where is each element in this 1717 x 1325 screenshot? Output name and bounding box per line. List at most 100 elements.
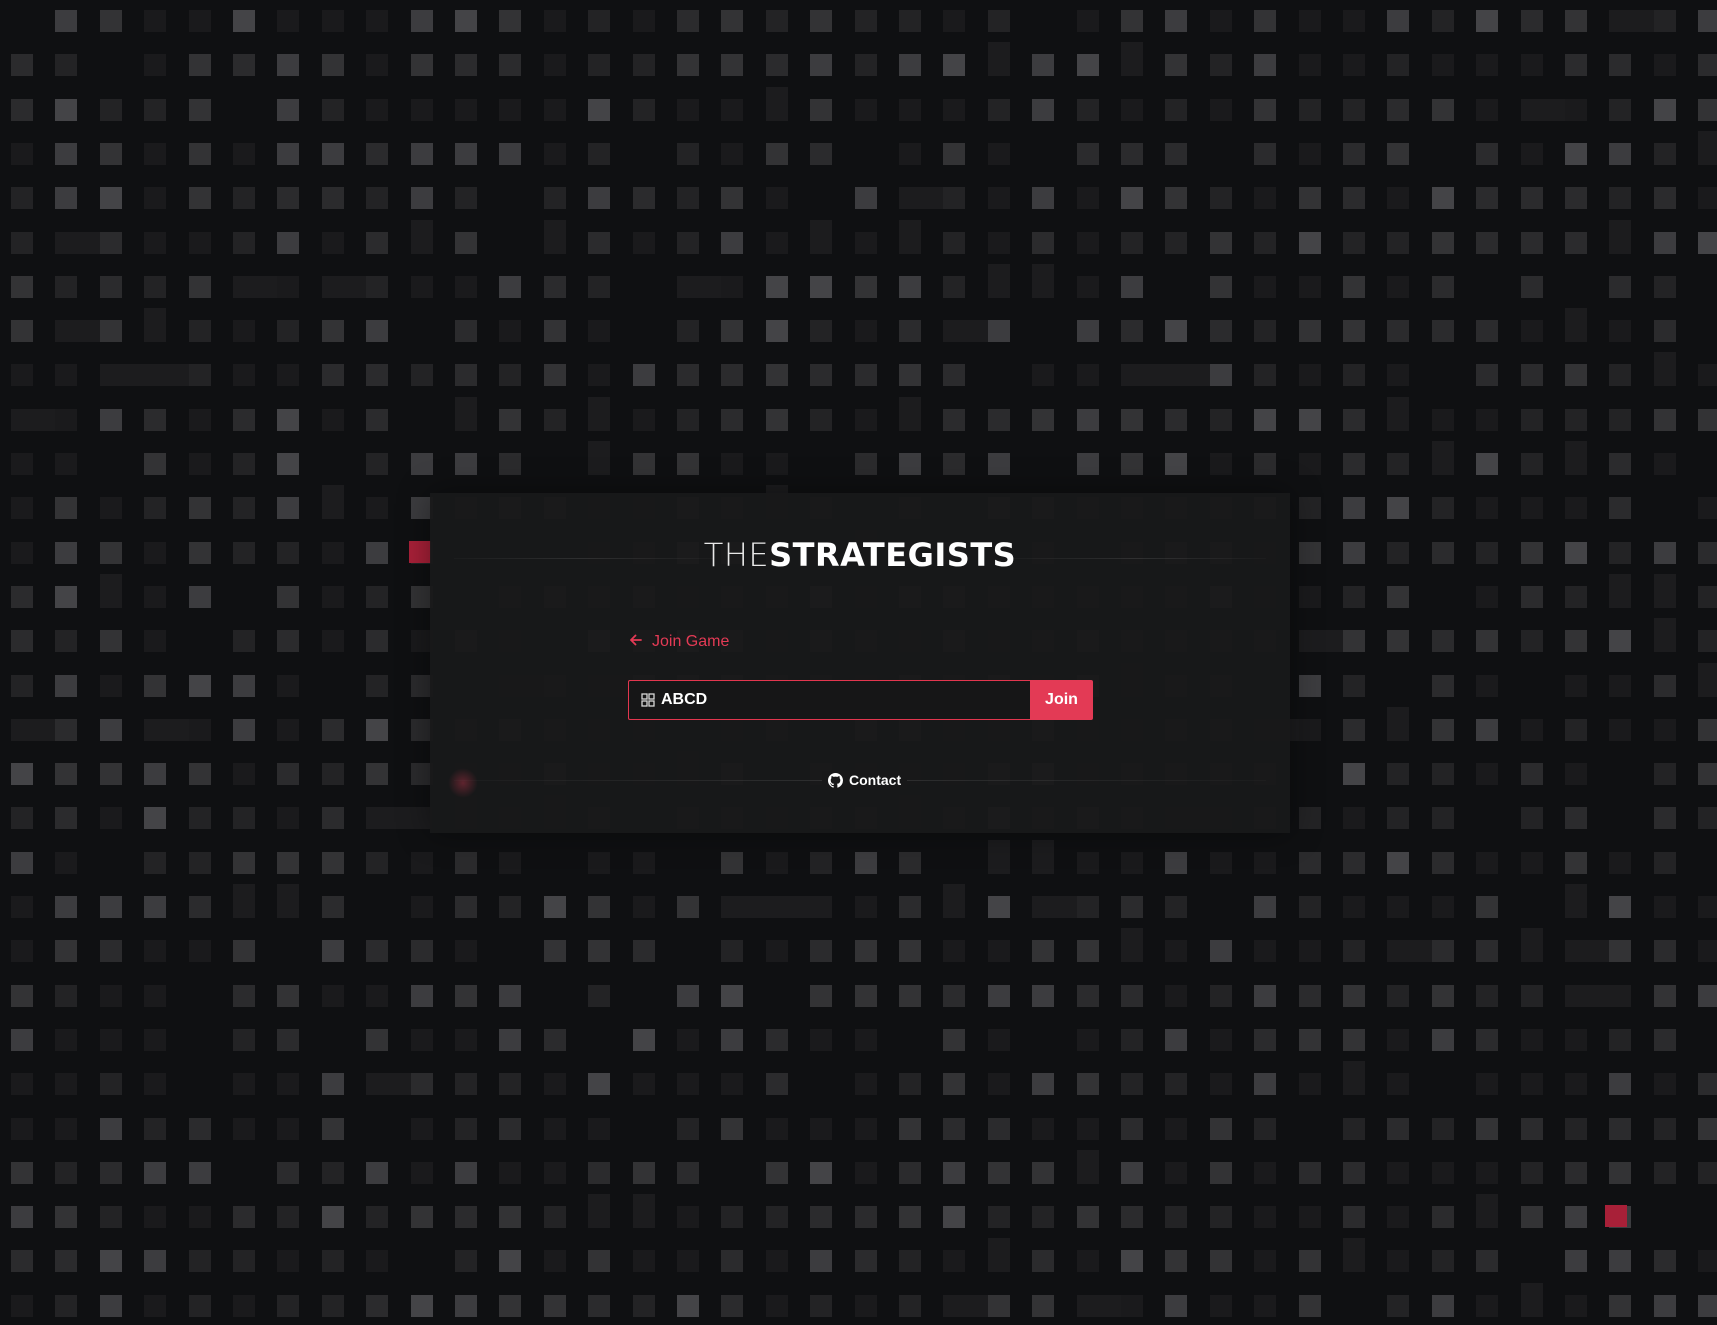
background-tile	[810, 54, 832, 76]
background-tile	[189, 364, 211, 386]
background-tile	[1343, 896, 1365, 918]
background-tile	[810, 409, 832, 431]
background-tile	[100, 1162, 122, 1184]
background-tile	[1210, 187, 1232, 209]
background-tile	[988, 320, 1010, 342]
background-tile	[55, 542, 77, 564]
game-code-input[interactable]	[655, 682, 1030, 718]
background-tile	[1032, 1206, 1054, 1228]
background-tile	[633, 409, 655, 431]
background-tile	[544, 1250, 566, 1272]
background-tile	[810, 1162, 832, 1184]
background-tile	[810, 985, 832, 1007]
background-tile	[55, 1250, 77, 1272]
background-tile	[100, 807, 122, 829]
background-tile	[1565, 1162, 1587, 1184]
background-tile	[855, 1295, 877, 1317]
background-tile	[1654, 320, 1676, 342]
background-tile	[1698, 1250, 1717, 1272]
background-tile	[810, 276, 832, 298]
background-tile	[855, 896, 877, 918]
background-tile	[1387, 630, 1409, 652]
background-tile	[1210, 985, 1232, 1007]
background-tile	[1521, 232, 1543, 254]
background-tile	[544, 896, 566, 918]
background-tile	[1565, 10, 1587, 32]
background-tile	[1698, 131, 1717, 165]
background-tile	[943, 1029, 965, 1051]
background-tile	[943, 187, 965, 209]
background-tile	[1165, 54, 1187, 76]
background-tile	[1654, 187, 1676, 209]
background-tile	[544, 276, 566, 298]
background-tile	[55, 940, 77, 962]
background-tile	[55, 1162, 77, 1184]
background-tile	[366, 320, 388, 342]
background-tile	[11, 187, 33, 209]
contact-link[interactable]: Contact	[822, 771, 908, 789]
background-tile	[1654, 1118, 1676, 1140]
background-tile	[1609, 852, 1631, 874]
background-tile	[499, 1295, 521, 1317]
github-icon	[828, 772, 843, 788]
background-tile	[721, 232, 743, 254]
background-tile	[499, 364, 521, 386]
background-tile	[1609, 143, 1631, 165]
background-tile	[855, 1162, 877, 1184]
background-tile	[1654, 574, 1676, 608]
background-tile	[1387, 364, 1409, 386]
background-tile	[766, 1118, 788, 1140]
background-tile	[233, 453, 255, 475]
background-tile	[233, 497, 255, 519]
background-tile	[1698, 409, 1717, 431]
background-tile	[988, 896, 1010, 918]
background-tile	[366, 586, 388, 608]
background-tile	[1432, 852, 1454, 874]
background-tile	[1254, 1206, 1276, 1228]
background-tile	[277, 985, 299, 1007]
back-join-game-link[interactable]: Join Game	[628, 630, 729, 654]
background-tile	[899, 1295, 921, 1317]
background-tile	[1698, 586, 1717, 608]
background-tile	[189, 409, 211, 431]
background-tile	[899, 1206, 921, 1228]
background-tile	[1165, 896, 1187, 918]
background-tile	[411, 852, 433, 874]
background-tile	[1343, 542, 1365, 564]
background-tile	[366, 364, 388, 386]
background-tile	[988, 10, 1010, 32]
background-tile	[633, 1162, 655, 1184]
background-tile	[1299, 143, 1321, 165]
background-tile	[1032, 54, 1054, 76]
background-tile	[11, 542, 33, 564]
background-tile	[588, 232, 610, 254]
background-tile	[1565, 763, 1587, 785]
background-tile	[1565, 884, 1587, 918]
background-tile	[11, 54, 33, 76]
background-tile	[1654, 99, 1676, 121]
background-tile	[233, 54, 255, 76]
background-tile	[11, 940, 33, 962]
background-tile	[899, 397, 921, 431]
background-tile	[366, 940, 388, 962]
background-tile	[544, 1206, 566, 1228]
background-tile	[1210, 99, 1232, 121]
background-tile	[1609, 542, 1631, 564]
background-tile	[1521, 1206, 1543, 1228]
background-tile	[588, 99, 610, 121]
background-tile	[988, 1162, 1010, 1184]
background-tile	[55, 453, 77, 475]
join-button[interactable]: Join	[1030, 680, 1093, 720]
background-tile	[1432, 763, 1454, 785]
background-tile	[55, 896, 77, 918]
background-tile	[144, 852, 166, 874]
background-tile	[1165, 320, 1187, 342]
background-tile	[677, 1073, 699, 1095]
background-tile	[1343, 10, 1365, 32]
background-tile	[1565, 719, 1587, 741]
background-tile	[1521, 453, 1543, 475]
background-tile	[588, 1295, 610, 1317]
background-tile	[1654, 940, 1676, 962]
background-tile	[1609, 409, 1631, 431]
background-tile	[588, 985, 610, 1007]
